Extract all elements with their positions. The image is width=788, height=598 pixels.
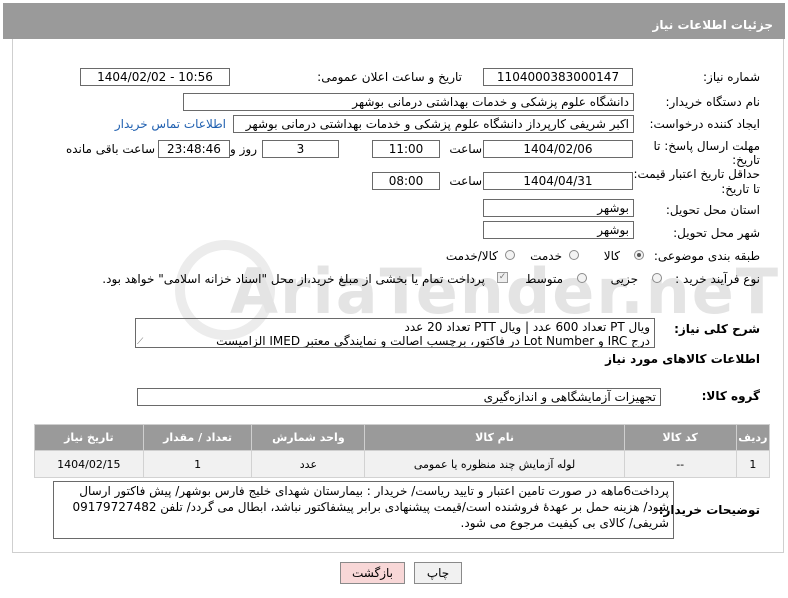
validity-time-label: ساعت [449,174,482,188]
cell-name: لوله آزمایش چند منظوره یا عمومی [364,450,625,478]
col-header-code: کد کالا [623,424,737,451]
days-label: روز و [230,142,257,156]
resize-grip-icon[interactable]: ⟋ [137,337,143,347]
buyer-notes-field[interactable]: پرداخت6ماهه در صورت تامین اعتبار و تایید… [53,481,674,539]
validity-label-date: تا تاریخ: [721,182,760,196]
back-button[interactable]: بازگشت [340,562,405,584]
table-row: 1 -- لوله آزمایش چند منظوره یا عمومی عدد… [34,450,771,478]
summary-label: شرح کلی نیاز: [674,322,760,336]
col-header-row-num: ردیف [735,424,771,451]
category-radio-service[interactable] [569,250,579,260]
remaining-time-field: 23:48:46 [158,140,230,158]
category-option-service: خدمت [530,249,562,263]
summary-line-1: ویال PT تعداد 600 عدد | ویال PTT تعداد 2… [404,320,651,334]
goods-info-title: اطلاعات کالاهای مورد نیاز [605,352,760,366]
buyer-contact-link[interactable]: اطلاعات تماس خریدار [115,117,226,131]
days-field: 3 [262,140,339,158]
cell-need-date: 1404/02/15 [34,450,144,478]
buyer-org-field: دانشگاه علوم پزشکی و خدمات بهداشتی درمان… [183,93,634,111]
process-radio-minor[interactable] [652,273,662,283]
treasury-checkbox[interactable]: ✓ [497,272,508,283]
col-header-unit: واحد شمارش [251,424,366,451]
col-header-name: نام کالا [364,424,625,451]
creator-label: ایجاد کننده درخواست: [649,117,760,131]
print-button[interactable]: چاپ [414,562,462,584]
category-radio-goods[interactable] [634,250,644,260]
items-table: ردیف کد کالا نام کالا واحد شمارش تعداد /… [34,424,771,478]
table-header-row: ردیف کد کالا نام کالا واحد شمارش تعداد /… [34,424,771,451]
buyer-org-label: نام دستگاه خریدار: [665,95,761,109]
city-label: شهر محل تحویل: [673,226,760,240]
need-number-field: 1104000383000147 [483,68,633,86]
deadline-time-label: ساعت [449,142,482,156]
creator-field: اکبر شریفی کارپرداز دانشگاه علوم پزشکی و… [233,115,634,133]
province-label: استان محل تحویل: [665,203,760,217]
category-radio-goods-service[interactable] [505,250,515,260]
cell-code: -- [623,450,737,478]
process-label: نوع فرآیند خرید : [675,272,760,286]
city-field: بوشهر [483,221,634,239]
remaining-time-label: ساعت باقی مانده [65,142,155,156]
deadline-time-field: 11:00 [372,140,440,158]
category-option-goods: کالا [603,249,620,263]
summary-field[interactable]: ویال PT تعداد 600 عدد | ویال PTT تعداد 2… [135,318,655,348]
process-option-minor: جزیی [610,272,638,286]
process-radio-medium[interactable] [577,273,587,283]
goods-group-label: گروه کالا: [701,389,760,403]
need-number-label: شماره نیاز: [703,70,760,84]
category-option-goods-service: کالا/خدمت [445,249,498,263]
deadline-date-field: 1404/02/06 [483,140,633,158]
announce-label: تاریخ و ساعت اعلان عمومی: [317,70,462,84]
province-field: بوشهر [483,199,634,217]
col-header-quantity: تعداد / مقدار [142,424,253,451]
col-header-need-date: تاریخ نیاز [34,424,144,451]
category-label: طبقه بندی موضوعی: [653,249,760,263]
deadline-label: مهلت ارسال پاسخ: تا [653,139,760,153]
validity-time-field: 08:00 [372,172,440,190]
announce-field: 1404/02/02 - 10:56 [80,68,230,86]
cell-row-num: 1 [735,450,771,478]
payment-note: پرداخت تمام یا بخشی از مبلغ خرید،از محل … [102,272,485,286]
deadline-label-date: تاریخ: [732,153,760,167]
cell-unit: عدد [251,450,366,478]
validity-label: حداقل تاریخ اعتبار قیمت: [633,167,760,181]
goods-group-field: تجهیزات آزمایشگاهی و اندازه‌گیری [137,388,661,406]
cell-quantity: 1 [142,450,253,478]
summary-line-2: درج IRC و Lot Number در فاکتور، برچسب اص… [216,334,650,348]
process-option-medium: متوسط [525,272,563,286]
validity-date-field: 1404/04/31 [483,172,633,190]
panel-header: جزئیات اطلاعات نیاز [3,3,785,39]
